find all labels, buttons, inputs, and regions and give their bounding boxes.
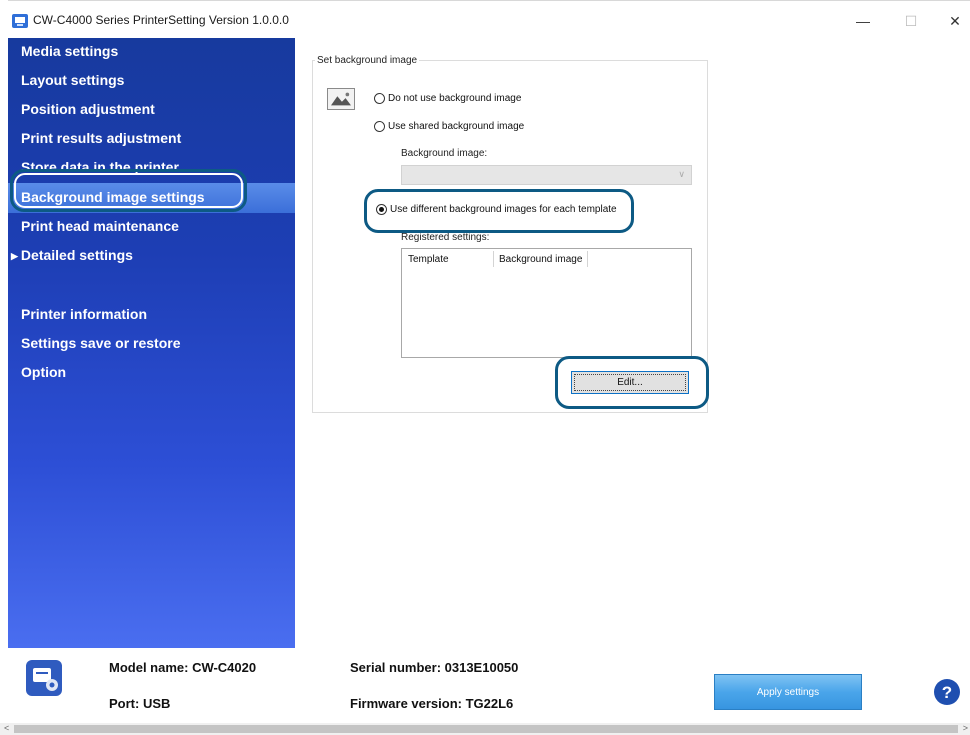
radio-no-background[interactable]: Do not use background image — [374, 93, 521, 104]
model-name: Model name: CW-C4020 — [109, 660, 257, 675]
radio-circle[interactable] — [374, 93, 385, 104]
sidebar-item-settings-save-restore[interactable]: Settings save or restore — [21, 335, 181, 351]
window-title: CW-C4000 Series PrinterSetting Version 1… — [33, 13, 289, 27]
callout-highlight-edit — [555, 356, 709, 409]
sidebar-nav: Media settings Layout settings Position … — [8, 38, 295, 648]
apply-settings-button[interactable]: Apply settings — [714, 674, 862, 710]
title-bar: CW-C4000 Series PrinterSetting Version 1… — [0, 0, 970, 38]
registered-settings-label: Registered settings: — [401, 232, 490, 243]
column-template[interactable]: Template — [408, 254, 449, 265]
column-background-image[interactable]: Background image — [499, 254, 582, 265]
sidebar-item-label: Detailed settings — [20, 247, 133, 263]
radio-label: Use shared background image — [388, 121, 525, 132]
callout-highlight-sidebar — [10, 169, 247, 212]
close-button[interactable]: ✕ — [940, 8, 970, 34]
sidebar-item-print-results-adjustment[interactable]: Print results adjustment — [21, 130, 181, 146]
callout-highlight-radio — [364, 189, 634, 233]
image-placeholder-icon — [327, 88, 355, 110]
scrollbar-thumb[interactable] — [14, 725, 958, 733]
sidebar-item-layout-settings[interactable]: Layout settings — [21, 72, 124, 88]
maximize-button[interactable]: ☐ — [896, 8, 926, 34]
printer-app-icon — [12, 14, 28, 28]
sidebar-item-media-settings[interactable]: Media settings — [21, 43, 118, 59]
registered-settings-list[interactable]: Template Background image — [401, 248, 692, 358]
serial-number: Serial number: 0313E10050 — [350, 660, 519, 675]
svg-text:?: ? — [942, 683, 952, 702]
scroll-right-icon[interactable]: > — [963, 723, 968, 733]
radio-shared-background[interactable]: Use shared background image — [374, 121, 524, 132]
background-image-label: Background image: — [401, 148, 488, 159]
group-title: Set background image — [315, 55, 420, 66]
sidebar-item-print-head-maintenance[interactable]: Print head maintenance — [21, 218, 179, 234]
port-info: Port: USB — [109, 696, 171, 711]
radio-circle[interactable] — [374, 121, 385, 132]
sidebar-item-detailed-settings[interactable]: ▶ Detailed settings — [11, 247, 133, 263]
printer-settings-icon — [26, 660, 62, 696]
minimize-button[interactable]: — — [848, 8, 878, 34]
sidebar-item-printer-information[interactable]: Printer information — [21, 306, 147, 322]
sidebar-item-position-adjustment[interactable]: Position adjustment — [21, 101, 155, 117]
main-panel: Set background image Do not use backgrou… — [295, 38, 970, 648]
chevron-down-icon: ∨ — [678, 169, 685, 179]
firmware-version: Firmware version: TG22L6 — [350, 696, 514, 711]
help-icon[interactable]: ? — [933, 678, 961, 706]
background-image-select[interactable]: ∨ — [401, 165, 692, 185]
expand-arrow-icon: ▶ — [11, 251, 18, 261]
sidebar-item-option[interactable]: Option — [21, 364, 66, 380]
app-window: CW-C4000 Series PrinterSetting Version 1… — [0, 0, 970, 735]
horizontal-scrollbar[interactable]: < > — [0, 723, 970, 735]
status-footer: Model name: CW-C4020 Port: USB Serial nu… — [8, 648, 970, 723]
scroll-left-icon[interactable]: < — [4, 723, 9, 733]
list-header: Template Background image — [402, 249, 691, 269]
radio-label: Do not use background image — [388, 93, 522, 104]
